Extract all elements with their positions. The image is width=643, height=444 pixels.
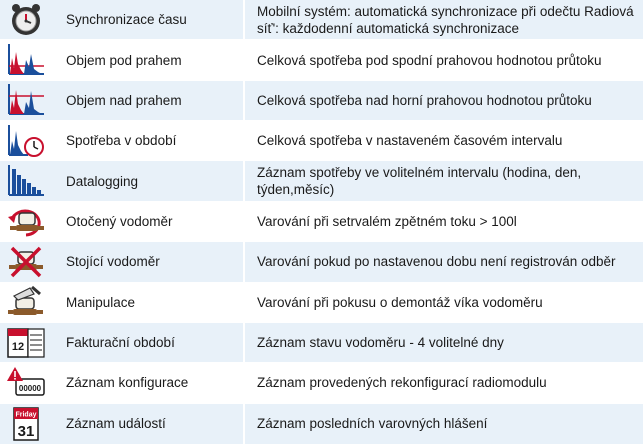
table-row: Synchronizace času Mobilní systém: autom… — [0, 0, 643, 41]
config-warning-icon: 00000 — [0, 363, 52, 402]
table-row: 00000 Záznam konfigurace Záznam proveden… — [0, 363, 643, 404]
config-counter: 00000 — [19, 384, 42, 393]
chart-below-threshold-icon — [0, 40, 52, 79]
row-description: Varování pokud po nastavenou dobu není r… — [257, 254, 616, 270]
chart-above-threshold-icon — [0, 81, 52, 120]
row-name: Manipulace — [52, 282, 245, 322]
row-name: Spotřeba v období — [52, 121, 245, 161]
datalogging-chart-icon — [0, 161, 52, 200]
table-row: Objem nad prahem Celková spotřeba nad ho… — [0, 80, 643, 122]
row-description: Celková spotřeba nad horní prahovou hodn… — [257, 92, 592, 108]
calendar-day-number: 31 — [18, 423, 35, 440]
table-row: Otočený vodoměr Varování při setrvalém z… — [0, 201, 643, 243]
row-name: Záznam konfigurace — [52, 363, 245, 403]
billing-calendar-icon: 12 — [0, 323, 52, 362]
row-description: Mobilní systém: automatická synchronizac… — [257, 3, 634, 36]
row-name: Stojící vodoměr — [52, 242, 245, 282]
stopped-meter-icon — [0, 242, 52, 281]
table-row: Objem pod prahem Celková spotřeba pod sp… — [0, 40, 643, 81]
row-description: Varování při setrvalém zpětném toku > 10… — [257, 213, 517, 229]
calendar-day-name: Friday — [15, 411, 36, 418]
row-name: Fakturační období — [52, 322, 245, 363]
row-name: Otočený vodoměr — [52, 201, 245, 242]
table-row: Datalogging Záznam spotřeby ve volitelné… — [0, 161, 643, 202]
row-name: Objem pod prahem — [52, 40, 245, 80]
tamper-meter-icon — [0, 283, 52, 322]
table-row: Stojící vodoměr Varování pokud po nastav… — [0, 242, 643, 283]
row-description: Záznam stavu vodoměru - 4 volitelné dny — [257, 335, 504, 351]
row-name: Datalogging — [52, 161, 245, 201]
chart-clock-icon — [0, 121, 52, 160]
row-name: Záznam událostí — [52, 403, 245, 444]
table-row: Spotřeba v období Celková spotřeba v nas… — [0, 121, 643, 162]
row-name: Synchronizace času — [52, 0, 245, 40]
row-description: Celková spotřeba v nastaveném časovém in… — [257, 133, 563, 149]
clock-sync-icon — [0, 0, 52, 39]
event-calendar-icon: Friday 31 — [0, 404, 52, 444]
row-description: Varování při pokusu o demontáž víka vodo… — [257, 294, 543, 310]
reversed-meter-icon — [0, 202, 52, 241]
row-description: Záznam provedených rekonfigurací radiomo… — [257, 375, 547, 391]
row-description: Záznam posledních varovných hlášení — [257, 416, 488, 432]
billing-day-number: 12 — [12, 341, 24, 353]
row-name: Objem nad prahem — [52, 80, 245, 121]
row-description: Celková spotřeba pod spodní prahovou hod… — [257, 52, 602, 68]
table-row: Friday 31 Záznam událostí Záznam posledn… — [0, 403, 643, 444]
table-row: Manipulace Varování při pokusu o demontá… — [0, 282, 643, 323]
feature-table: Synchronizace času Mobilní systém: autom… — [0, 0, 643, 444]
table-row: 12 Fakturační období Záznam stavu vodomě… — [0, 322, 643, 364]
row-description: Záznam spotřeby ve volitelném intervalu … — [257, 165, 582, 198]
